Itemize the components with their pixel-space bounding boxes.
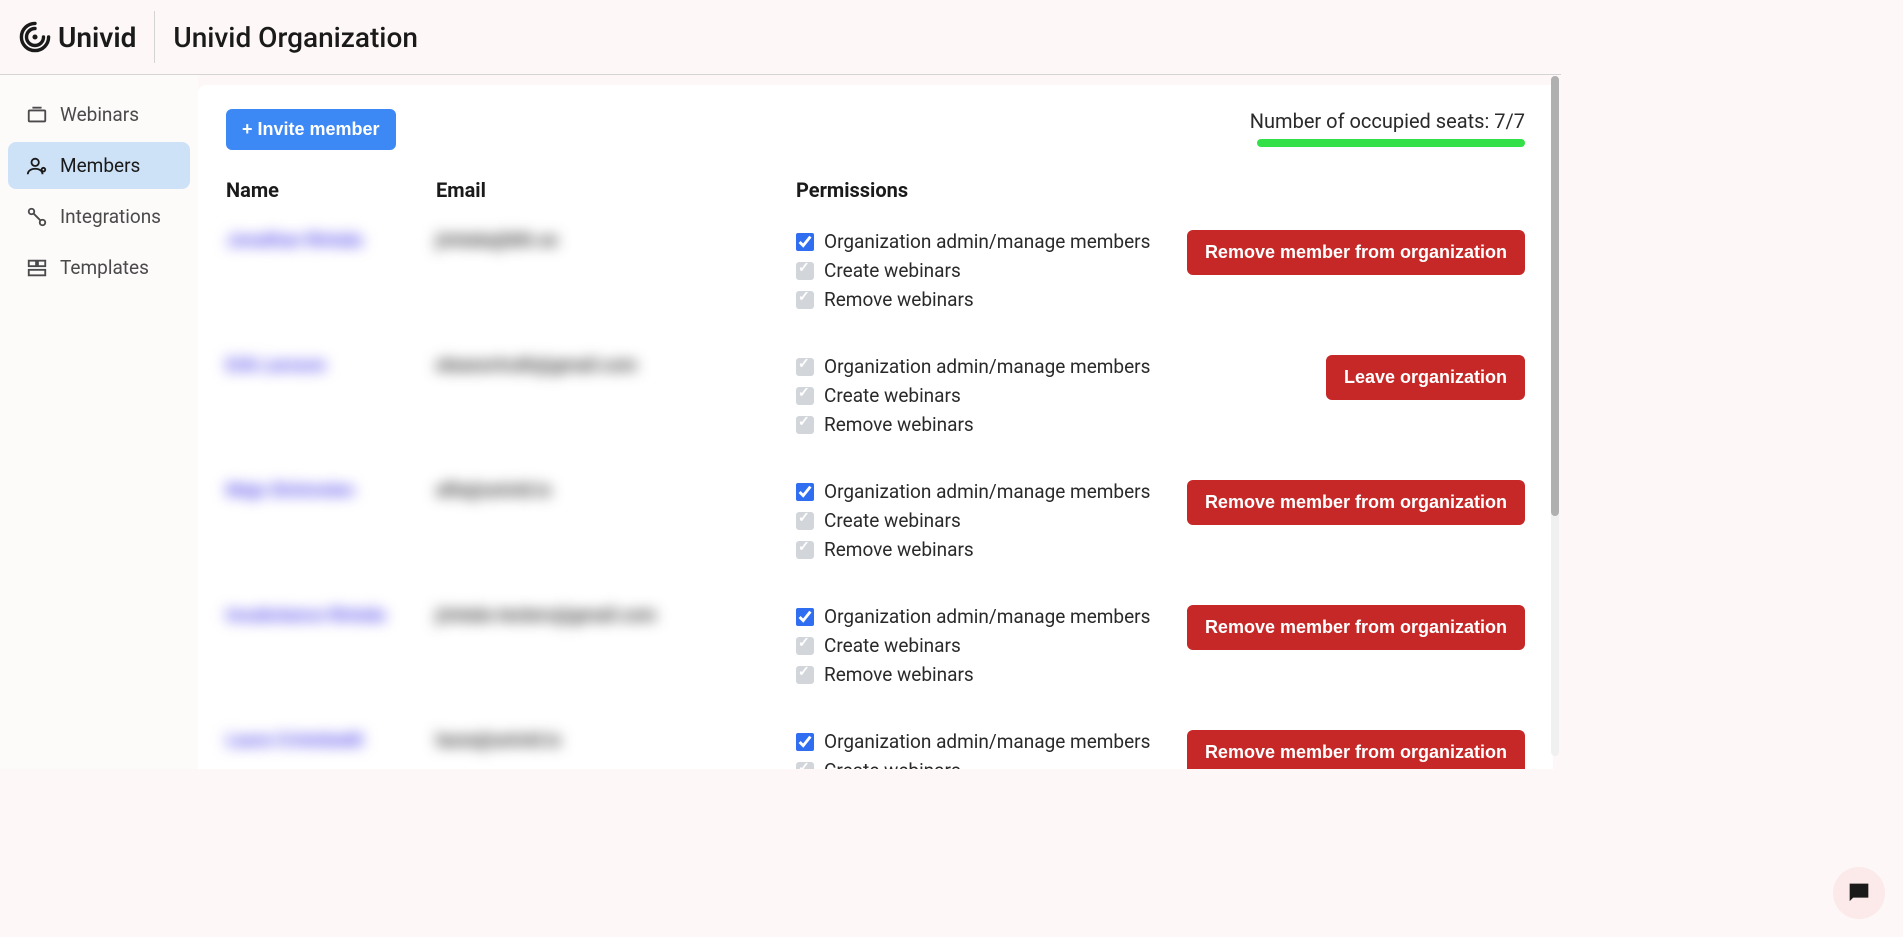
member-email: eleanortruth@gmail.com [436, 355, 637, 376]
main-content: + Invite member Number of occupied seats… [198, 85, 1553, 769]
sidebar-item-label: Templates [60, 256, 149, 279]
remove-member-button[interactable]: Remove member from organization [1187, 730, 1525, 769]
remove-member-button[interactable]: Remove member from organization [1187, 230, 1525, 275]
invite-member-button[interactable]: + Invite member [226, 109, 396, 150]
permission-label: Organization admin/manage members [824, 730, 1150, 753]
permission-label: Remove webinars [824, 413, 974, 436]
member-email: alfa@univid.io [436, 480, 551, 501]
permission-admin-checkbox[interactable] [796, 733, 814, 751]
seats-label: Number of occupied seats: 7/7 [1250, 109, 1525, 133]
seats-indicator: Number of occupied seats: 7/7 [1250, 109, 1525, 147]
brand-logo[interactable]: Univid [18, 11, 155, 63]
permission-label: Create webinars [824, 634, 961, 657]
permission-remove-checkbox [796, 666, 814, 684]
column-header-permissions: Permissions [796, 170, 1176, 220]
permission-label: Create webinars [824, 759, 961, 769]
webinar-icon [26, 104, 48, 126]
member-name[interactable]: Laura Cristobaldi [226, 730, 363, 751]
sidebar-item-integrations[interactable]: Integrations [8, 193, 190, 240]
permission-admin-checkbox[interactable] [796, 483, 814, 501]
scrollbar-thumb[interactable] [1551, 76, 1559, 516]
member-row: Erik Larsson eleanortruth@gmail.com Organi… [226, 345, 1525, 470]
member-email: laura@univid.io [436, 730, 561, 751]
permission-create-checkbox [796, 512, 814, 530]
permission-remove-checkbox [796, 291, 814, 309]
univid-logo-icon [18, 20, 52, 54]
permission-admin-checkbox[interactable] [796, 233, 814, 251]
permission-label: Organization admin/manage members [824, 230, 1150, 253]
sidebar-item-label: Webinars [60, 103, 139, 126]
sidebar-nav: Webinars Members Integrations Templates [0, 75, 198, 769]
app-header: Univid Univid Organization [0, 0, 1561, 75]
permission-label: Create webinars [824, 259, 961, 282]
permission-create-checkbox [796, 387, 814, 405]
column-header-name: Name [226, 170, 436, 220]
remove-member-button[interactable]: Remove member from organization [1187, 480, 1525, 525]
permission-create-checkbox [796, 762, 814, 770]
templates-icon [26, 257, 48, 279]
members-table: Name Email Permissions Jonathan Rintala j… [226, 170, 1525, 769]
permission-label: Remove webinars [824, 538, 974, 561]
support-chat-button[interactable] [1833, 867, 1885, 919]
permission-label: Organization admin/manage members [824, 480, 1150, 503]
member-row: Insubstance Rintala jrintala-testers@gmai… [226, 595, 1525, 720]
members-icon [26, 155, 48, 177]
permission-label: Create webinars [824, 509, 961, 532]
sidebar-item-label: Members [60, 154, 140, 177]
permission-remove-checkbox [796, 541, 814, 559]
member-email: jrintala-testers@gmail.com [436, 605, 656, 626]
permission-admin-checkbox [796, 358, 814, 376]
permission-label: Organization admin/manage members [824, 605, 1150, 628]
scrollbar-track[interactable] [1551, 76, 1559, 756]
leave-organization-button[interactable]: Leave organization [1326, 355, 1525, 400]
sidebar-item-webinars[interactable]: Webinars [8, 91, 190, 138]
integrations-icon [26, 206, 48, 228]
permission-create-checkbox [796, 262, 814, 280]
organization-title: Univid Organization [155, 21, 418, 54]
brand-name: Univid [58, 21, 136, 54]
chat-icon [1845, 879, 1873, 907]
permission-label: Remove webinars [824, 663, 974, 686]
member-name[interactable]: Erik Larsson [226, 355, 326, 376]
member-name[interactable]: Insubstance Rintala [226, 605, 385, 626]
members-toolbar: + Invite member Number of occupied seats… [226, 109, 1525, 150]
sidebar-item-label: Integrations [60, 205, 161, 228]
sidebar-item-templates[interactable]: Templates [8, 244, 190, 291]
permission-label: Create webinars [824, 384, 961, 407]
member-email: jrintala@kth.se [436, 230, 558, 251]
permission-remove-checkbox [796, 416, 814, 434]
member-name[interactable]: Maja Strömsten [226, 480, 354, 501]
member-row: Maja Strömsten alfa@univid.io Organization… [226, 470, 1525, 595]
permission-label: Remove webinars [824, 288, 974, 311]
member-name[interactable]: Jonathan Rintala [226, 230, 362, 251]
remove-member-button[interactable]: Remove member from organization [1187, 605, 1525, 650]
permission-admin-checkbox[interactable] [796, 608, 814, 626]
permission-create-checkbox [796, 637, 814, 655]
member-row: Laura Cristobaldi laura@univid.io Organiza… [226, 720, 1525, 769]
seats-progress-bar [1257, 139, 1525, 147]
member-row: Jonathan Rintala jrintala@kth.se Organizat… [226, 220, 1525, 345]
column-header-email: Email [436, 170, 796, 220]
permission-label: Organization admin/manage members [824, 355, 1150, 378]
sidebar-item-members[interactable]: Members [8, 142, 190, 189]
